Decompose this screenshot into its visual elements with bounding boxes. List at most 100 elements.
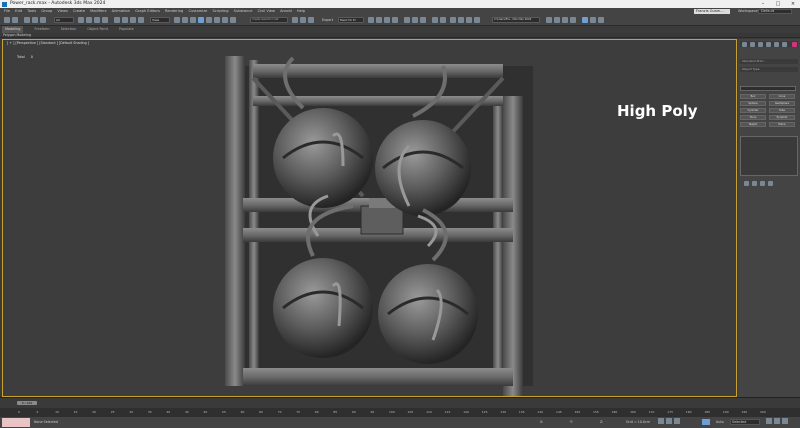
menu-group[interactable]: Group bbox=[41, 9, 52, 13]
teapot-button[interactable]: Teapot bbox=[740, 122, 766, 127]
render-iterative-icon[interactable] bbox=[420, 17, 426, 23]
plane-button[interactable]: Plane bbox=[769, 122, 795, 127]
scale-icon[interactable] bbox=[130, 17, 136, 23]
menu-animation[interactable]: Animation bbox=[112, 9, 130, 13]
object-type-header[interactable]: Object Type bbox=[740, 67, 798, 72]
power-rack-model[interactable] bbox=[213, 46, 543, 398]
rollout-header[interactable]: Standard Prim... bbox=[740, 59, 798, 64]
reference-coord-dropdown[interactable]: View bbox=[150, 17, 170, 23]
menu-edit[interactable]: Edit bbox=[15, 9, 22, 13]
maxscript-listener[interactable] bbox=[2, 418, 30, 427]
panel-option-icon[interactable] bbox=[760, 181, 765, 186]
utilities-tab-icon[interactable] bbox=[782, 42, 787, 47]
menu-rendering[interactable]: Rendering bbox=[165, 9, 183, 13]
torus-button[interactable]: Torus bbox=[740, 115, 766, 120]
hierarchy-tab-icon[interactable] bbox=[758, 42, 763, 47]
undo-icon[interactable] bbox=[4, 17, 10, 23]
perspective-viewport[interactable]: [ + ] [Perspective ] [Standard ] [Defaul… bbox=[2, 39, 737, 397]
percent-snap-icon[interactable] bbox=[214, 17, 220, 23]
scene-explorer-icon[interactable] bbox=[590, 17, 596, 23]
panel-option-icon[interactable] bbox=[744, 181, 749, 186]
arnold-ipr-icon[interactable] bbox=[458, 17, 464, 23]
snaps-toggle-icon[interactable] bbox=[198, 17, 204, 23]
track-bar[interactable] bbox=[0, 408, 800, 417]
create-tab-icon[interactable] bbox=[742, 42, 747, 47]
object-type-dropdown[interactable] bbox=[740, 86, 796, 91]
link-icon[interactable] bbox=[24, 17, 30, 23]
menu-scripting[interactable]: Scripting bbox=[213, 9, 229, 13]
sign-in-button[interactable]: Francis Gusm... bbox=[694, 8, 730, 14]
close-icon[interactable]: × bbox=[786, 0, 800, 8]
menu-file[interactable]: File bbox=[4, 9, 10, 13]
menu-tools[interactable]: Tools bbox=[27, 9, 36, 13]
arnold-material-icon[interactable] bbox=[474, 17, 480, 23]
key-filter-dropdown[interactable]: Selected bbox=[730, 419, 760, 425]
unlink-icon[interactable] bbox=[32, 17, 38, 23]
play-icon[interactable] bbox=[666, 418, 672, 424]
bind-space-warp-icon[interactable] bbox=[40, 17, 46, 23]
curve-editor-icon[interactable] bbox=[368, 17, 374, 23]
tab-selection[interactable]: Selection bbox=[61, 26, 77, 33]
pan-icon[interactable] bbox=[774, 418, 780, 424]
panel-option-icon[interactable] bbox=[768, 181, 773, 186]
viewport-label[interactable]: [ + ] [Perspective ] [Standard ] [Defaul… bbox=[7, 41, 89, 45]
menu-create[interactable]: Create bbox=[73, 9, 85, 13]
display-tab-icon[interactable] bbox=[774, 42, 779, 47]
zoom-icon[interactable] bbox=[766, 418, 772, 424]
menu-views[interactable]: Views bbox=[57, 9, 67, 13]
render-setup-icon[interactable] bbox=[392, 17, 398, 23]
menu-help[interactable]: Help bbox=[297, 9, 305, 13]
folder-recent-icon[interactable] bbox=[562, 17, 568, 23]
motion-tab-icon[interactable] bbox=[766, 42, 771, 47]
move-icon[interactable] bbox=[114, 17, 120, 23]
folder-open-icon[interactable] bbox=[546, 17, 552, 23]
rotate-icon[interactable] bbox=[122, 17, 128, 23]
redo-icon[interactable] bbox=[12, 17, 18, 23]
material-editor-icon[interactable] bbox=[384, 17, 390, 23]
spinner-snap-icon[interactable] bbox=[222, 17, 228, 23]
select-object-icon[interactable] bbox=[78, 17, 84, 23]
menu-arnold[interactable]: Arnold bbox=[280, 9, 292, 13]
maximize-icon[interactable]: □ bbox=[771, 0, 785, 8]
add-time-tag-icon[interactable] bbox=[702, 419, 710, 425]
viewport-layout-icon[interactable] bbox=[582, 17, 588, 23]
mirror-icon[interactable] bbox=[292, 17, 298, 23]
tab-freeform[interactable]: Freeform bbox=[35, 26, 50, 33]
layout-toggle-icon[interactable] bbox=[598, 17, 604, 23]
workspace-dropdown[interactable]: Default bbox=[758, 8, 792, 14]
placement-icon[interactable] bbox=[138, 17, 144, 23]
keyboard-shortcut-icon[interactable] bbox=[190, 17, 196, 23]
cone-button[interactable]: Cone bbox=[769, 94, 795, 99]
edit-named-sel-icon[interactable] bbox=[230, 17, 236, 23]
select-by-name-icon[interactable] bbox=[86, 17, 92, 23]
minimize-icon[interactable]: – bbox=[756, 0, 770, 8]
sphere-button[interactable]: Sphere bbox=[740, 101, 766, 106]
menu-substance[interactable]: Substance bbox=[234, 9, 253, 13]
selection-set-dropdown[interactable]: Create Selection Set bbox=[250, 17, 288, 23]
geosphere-button[interactable]: GeoSphere bbox=[769, 101, 795, 106]
tab-modeling[interactable]: Modeling bbox=[2, 26, 24, 33]
folder-project-icon[interactable] bbox=[570, 17, 576, 23]
menu-graph-editors[interactable]: Graph Editors bbox=[135, 9, 160, 13]
arnold-render-icon[interactable] bbox=[450, 17, 456, 23]
render-preset-dropdown[interactable]: Mesh fdr Pr bbox=[338, 17, 364, 23]
panel-option-icon[interactable] bbox=[752, 181, 757, 186]
pivot-icon[interactable] bbox=[174, 17, 180, 23]
align-icon[interactable] bbox=[300, 17, 306, 23]
modify-tab-icon[interactable] bbox=[750, 42, 755, 47]
render-production-icon[interactable] bbox=[412, 17, 418, 23]
window-crossing-icon[interactable] bbox=[102, 17, 108, 23]
render-in-cloud-icon[interactable] bbox=[432, 17, 438, 23]
export-label[interactable]: Export bbox=[322, 18, 333, 22]
pin-icon[interactable] bbox=[792, 42, 797, 47]
a360-gallery-icon[interactable] bbox=[440, 17, 446, 23]
rect-selection-icon[interactable] bbox=[94, 17, 100, 23]
time-slider[interactable]: 0 / 100 bbox=[17, 401, 37, 405]
play-forward-icon[interactable] bbox=[674, 418, 680, 424]
selection-filter-dropdown[interactable]: All bbox=[54, 17, 74, 23]
arnold-light-icon[interactable] bbox=[466, 17, 472, 23]
menu-customize[interactable]: Customize bbox=[189, 9, 208, 13]
project-folder-dropdown[interactable]: C:\Users\Fra...\3ds Max 2024 bbox=[492, 17, 540, 23]
auto-key-button[interactable]: Auto bbox=[716, 420, 724, 424]
orbit-icon[interactable] bbox=[782, 418, 788, 424]
